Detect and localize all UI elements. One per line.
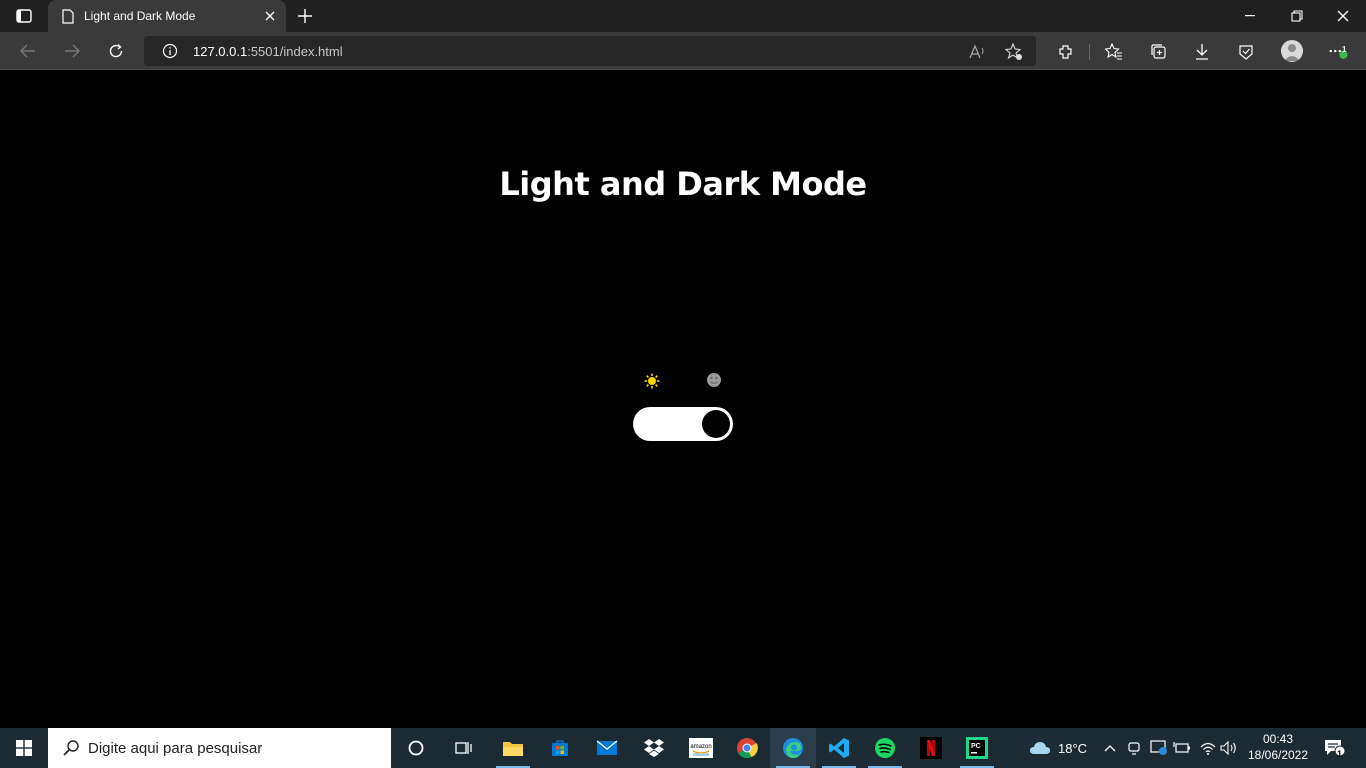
url-text: 127.0.0.1:5501/index.html [193,44,343,59]
favorites-icon[interactable] [1104,42,1124,62]
browser-tab[interactable]: Light and Dark Mode [48,0,286,32]
moon-icon [706,372,722,388]
notification-badge: 1 [1342,45,1347,54]
browser-essentials-icon[interactable] [1236,42,1256,62]
tab-actions-icon[interactable] [10,6,38,26]
edge-icon[interactable] [770,728,816,768]
svg-text:amazon: amazon [690,744,711,750]
page-title: Light and Dark Mode [499,165,867,203]
close-tab-icon[interactable] [262,8,278,24]
notification-center-icon[interactable]: 1 [1324,739,1346,759]
extensions-icon[interactable] [1056,42,1076,62]
wifi-icon[interactable] [1199,739,1217,757]
tab-title: Light and Dark Mode [84,9,196,23]
download-icon[interactable] [1192,42,1212,62]
new-tab-icon[interactable] [294,6,316,26]
sun-icon [644,373,660,389]
mail-icon[interactable] [584,728,630,768]
search-icon [62,739,80,757]
toolbar-separator [1089,44,1090,60]
chevron-up-icon[interactable] [1101,739,1119,757]
clock-time: 00:43 [1262,732,1294,746]
taskbar-search-box[interactable]: Digite aqui para pesquisar [48,728,391,768]
meet-now-icon[interactable] [1126,739,1144,757]
dropbox-icon[interactable] [631,728,677,768]
browser-toolbar: 127.0.0.1:5501/index.html 1 [0,32,1366,70]
spotify-icon[interactable] [862,728,908,768]
back-icon[interactable] [14,39,42,63]
restore-icon[interactable] [1274,0,1320,32]
file-explorer-icon[interactable] [490,728,536,768]
minimize-icon[interactable] [1228,0,1274,32]
cortana-icon[interactable] [393,728,439,768]
toggle-knob[interactable] [702,410,730,438]
svg-text:PC: PC [971,743,981,750]
collections-icon[interactable] [1149,42,1169,62]
refresh-icon[interactable] [102,39,130,63]
windows-start-icon[interactable] [0,728,48,768]
page-content: Light and Dark Mode [0,71,1366,728]
url-host: 127.0.0.1 [193,44,248,59]
search-placeholder: Digite aqui para pesquisar [88,740,263,757]
security-icon[interactable] [1150,739,1168,757]
pycharm-icon[interactable]: PC [954,728,1000,768]
forward-icon[interactable] [58,39,86,63]
vscode-icon[interactable] [816,728,862,768]
microsoft-store-icon[interactable] [537,728,583,768]
add-favorite-icon[interactable] [1005,43,1023,61]
url-path: :5501/index.html [247,44,343,59]
chrome-icon[interactable] [724,728,770,768]
weather-temperature[interactable]: 18°C [1058,741,1087,756]
profile-avatar-icon[interactable] [1281,40,1303,62]
task-view-icon[interactable] [440,728,486,768]
address-bar[interactable]: 127.0.0.1:5501/index.html [144,36,1036,66]
browser-tab-bar: Light and Dark Mode [0,0,1366,32]
read-aloud-icon[interactable] [969,43,987,61]
theme-toggle-switch[interactable] [633,407,733,441]
taskbar-clock[interactable]: 00:43 18/06/2022 [1238,731,1318,763]
battery-icon[interactable] [1173,739,1191,757]
netflix-icon[interactable] [908,728,954,768]
page-icon [60,8,76,24]
weather-cloud-icon[interactable] [1029,739,1051,757]
info-icon[interactable] [162,43,178,59]
clock-date: 18/06/2022 [1247,748,1309,762]
amazon-icon[interactable]: amazon [678,728,724,768]
settings-more-icon[interactable]: 1 [1328,42,1348,62]
windows-taskbar: Digite aqui para pesquisar amazon PC 18°… [0,728,1366,768]
volume-icon[interactable] [1220,739,1238,757]
close-window-icon[interactable] [1320,0,1366,32]
notification-count: 1 [1337,749,1343,759]
